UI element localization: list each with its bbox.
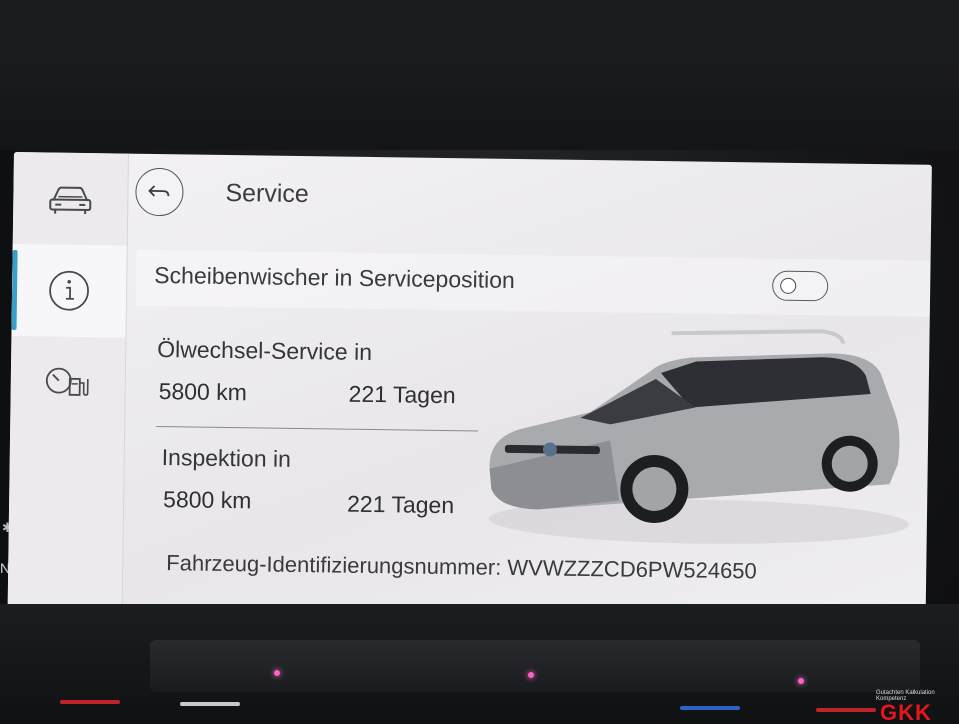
wiper-service-row[interactable]: Scheibenwischer in Serviceposition [135, 249, 931, 317]
inspection-label: Inspektion in [161, 444, 292, 472]
wiper-service-label: Scheibenwischer in Serviceposition [154, 261, 515, 294]
led-indicator [798, 678, 804, 684]
back-arrow-icon [148, 185, 170, 197]
infotainment-screen: Service Scheibenwischer in Servicepositi… [7, 152, 932, 619]
photo-frame: ✱ NC [0, 0, 959, 724]
led-indicator [274, 670, 280, 676]
toggle-knob [780, 277, 797, 294]
dashboard-bezel-top [0, 0, 959, 150]
wiper-service-toggle[interactable] [771, 270, 829, 302]
sidebar-item-info[interactable] [11, 243, 127, 338]
inspection-km: 5800 km [162, 486, 252, 514]
sidebar-item-vehicle[interactable] [13, 152, 128, 246]
inspection-days: 221 Tagen [346, 490, 455, 519]
oil-service-days: 221 Tagen [348, 380, 456, 409]
car-image [488, 329, 909, 544]
sidebar-item-fuel[interactable] [10, 336, 125, 430]
oil-service-label: Ölwechsel-Service in [157, 336, 373, 366]
back-button[interactable] [135, 167, 184, 217]
sidebar [7, 152, 129, 608]
divider [156, 426, 479, 432]
heat-indicator-line [816, 708, 876, 712]
climate-strip [150, 640, 920, 692]
car-front-icon [49, 186, 92, 215]
info-icon [49, 270, 89, 311]
vin-text: Fahrzeug-Identifizierungsnummer: WVWZZZC… [166, 550, 757, 584]
watermark-logo: GKK [880, 700, 932, 724]
fuel-gauge-icon [45, 367, 89, 396]
page-title: Service [225, 178, 310, 209]
indicator-line [180, 702, 240, 706]
heat-indicator-line [60, 700, 120, 704]
cool-indicator-line [680, 706, 740, 710]
led-indicator [528, 672, 534, 678]
oil-service-km: 5800 km [158, 378, 248, 406]
